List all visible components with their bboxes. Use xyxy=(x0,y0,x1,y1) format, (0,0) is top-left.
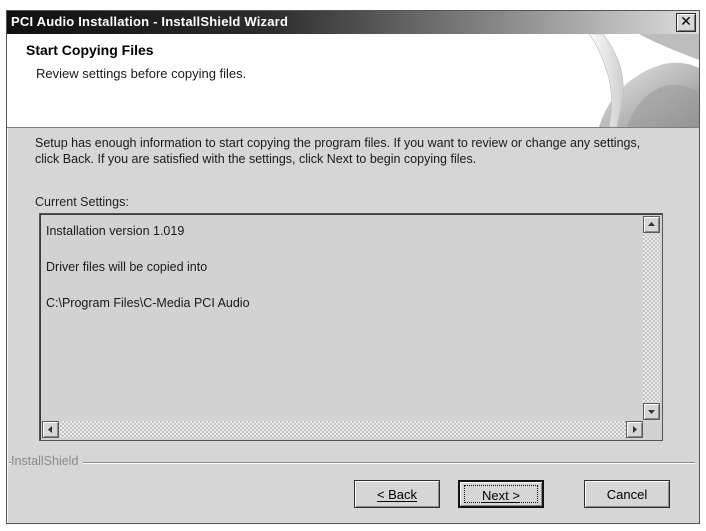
page-subtitle: Review settings before copying files. xyxy=(36,66,247,81)
settings-line-path: C:\Program Files\C-Media PCI Audio xyxy=(46,296,250,310)
wizard-header: Start Copying Files Review settings befo… xyxy=(7,34,699,128)
title-bar[interactable]: PCI Audio Installation - InstallShield W… xyxy=(7,11,699,34)
current-settings-label: Current Settings: xyxy=(35,195,129,209)
installshield-brand-label: InstallShield xyxy=(11,454,84,468)
back-button-label: < Back xyxy=(376,487,418,502)
scroll-down-icon[interactable] xyxy=(643,403,660,420)
back-button[interactable]: < Back xyxy=(354,480,440,508)
page-title: Start Copying Files xyxy=(26,42,154,58)
scroll-left-icon[interactable] xyxy=(42,421,59,438)
next-button[interactable]: Next > xyxy=(458,480,544,508)
wizard-banner-graphic xyxy=(588,34,699,127)
window-title: PCI Audio Installation - InstallShield W… xyxy=(11,14,289,29)
cancel-button[interactable]: Cancel xyxy=(584,480,670,508)
focus-rectangle xyxy=(464,485,538,503)
vertical-scrollbar[interactable] xyxy=(643,216,660,420)
scroll-up-icon[interactable] xyxy=(643,216,660,233)
scrollbar-corner xyxy=(643,421,660,438)
cancel-button-label: Cancel xyxy=(606,487,648,502)
installshield-wizard-window: PCI Audio Installation - InstallShield W… xyxy=(6,10,700,524)
footer-separator xyxy=(9,462,695,464)
settings-content: Installation version 1.019 Driver files … xyxy=(46,224,626,332)
current-settings-textbox[interactable]: Installation version 1.019 Driver files … xyxy=(39,213,663,441)
settings-line-driver: Driver files will be copied into xyxy=(46,260,208,274)
scroll-right-icon[interactable] xyxy=(626,421,643,438)
intro-text: Setup has enough information to start co… xyxy=(35,136,641,166)
horizontal-scrollbar[interactable] xyxy=(42,421,643,438)
close-icon[interactable]: ✕ xyxy=(676,13,696,32)
settings-line-version: Installation version 1.019 xyxy=(46,224,185,238)
